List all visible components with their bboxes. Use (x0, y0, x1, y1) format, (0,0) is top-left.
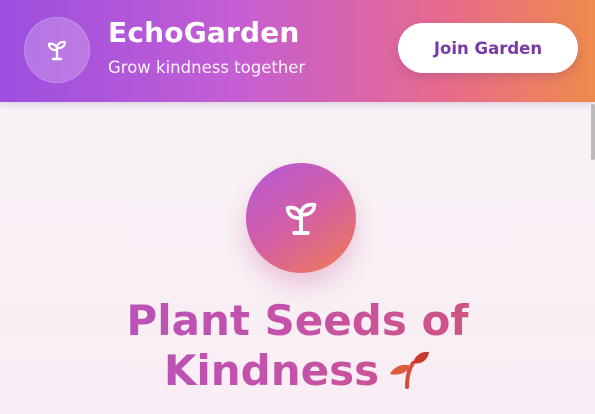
brand-title: EchoGarden (108, 16, 300, 49)
hero-title-line2: Kindness (163, 346, 380, 395)
hero-title-line1: Plant Seeds of (126, 296, 469, 345)
logo-badge (24, 17, 90, 83)
app-header: EchoGarden Grow kindness together Join G… (0, 0, 595, 102)
hero-icon-badge (246, 163, 356, 273)
seedling-emoji-icon (387, 349, 431, 400)
join-garden-button[interactable]: Join Garden (398, 23, 578, 73)
hero-title: Plant Seeds of Kindness (0, 296, 595, 400)
sprout-icon (47, 40, 67, 61)
hero-title-line2-wrapper: Kindness (0, 346, 595, 400)
sprout-icon (285, 202, 317, 235)
brand-tagline: Grow kindness together (108, 58, 306, 77)
scrollbar-thumb[interactable] (591, 104, 595, 160)
